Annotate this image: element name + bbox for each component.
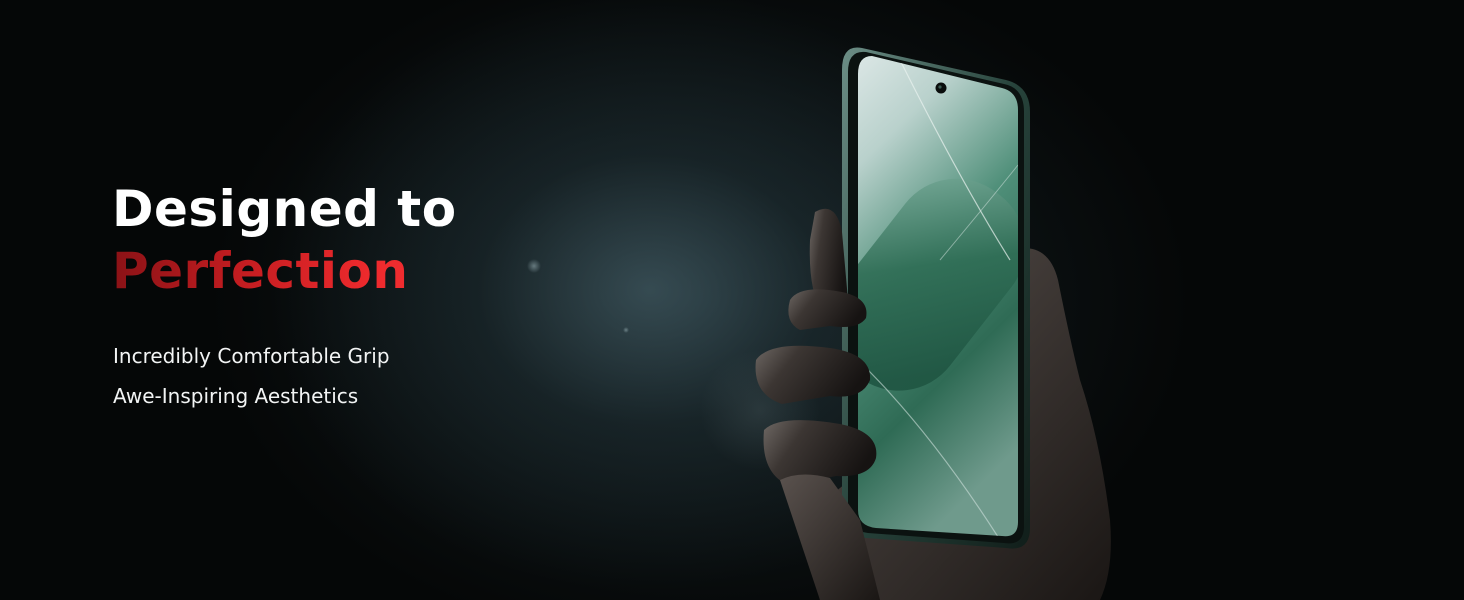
- headline-line-2-accent: Perfection: [112, 240, 457, 302]
- feature-item: Incredibly Comfortable Grip: [113, 344, 390, 368]
- lens-flare-dot: [623, 327, 629, 333]
- lens-flare-dot: [527, 259, 541, 273]
- feature-item: Awe-Inspiring Aesthetics: [113, 384, 359, 408]
- headline-line-1: Designed to: [112, 180, 457, 238]
- feature-list: Incredibly Comfortable Grip Awe-Inspirin…: [113, 336, 390, 416]
- headline: Designed to Perfection: [112, 178, 457, 302]
- hero-banner: Designed to Perfection Incredibly Comfor…: [0, 0, 1464, 600]
